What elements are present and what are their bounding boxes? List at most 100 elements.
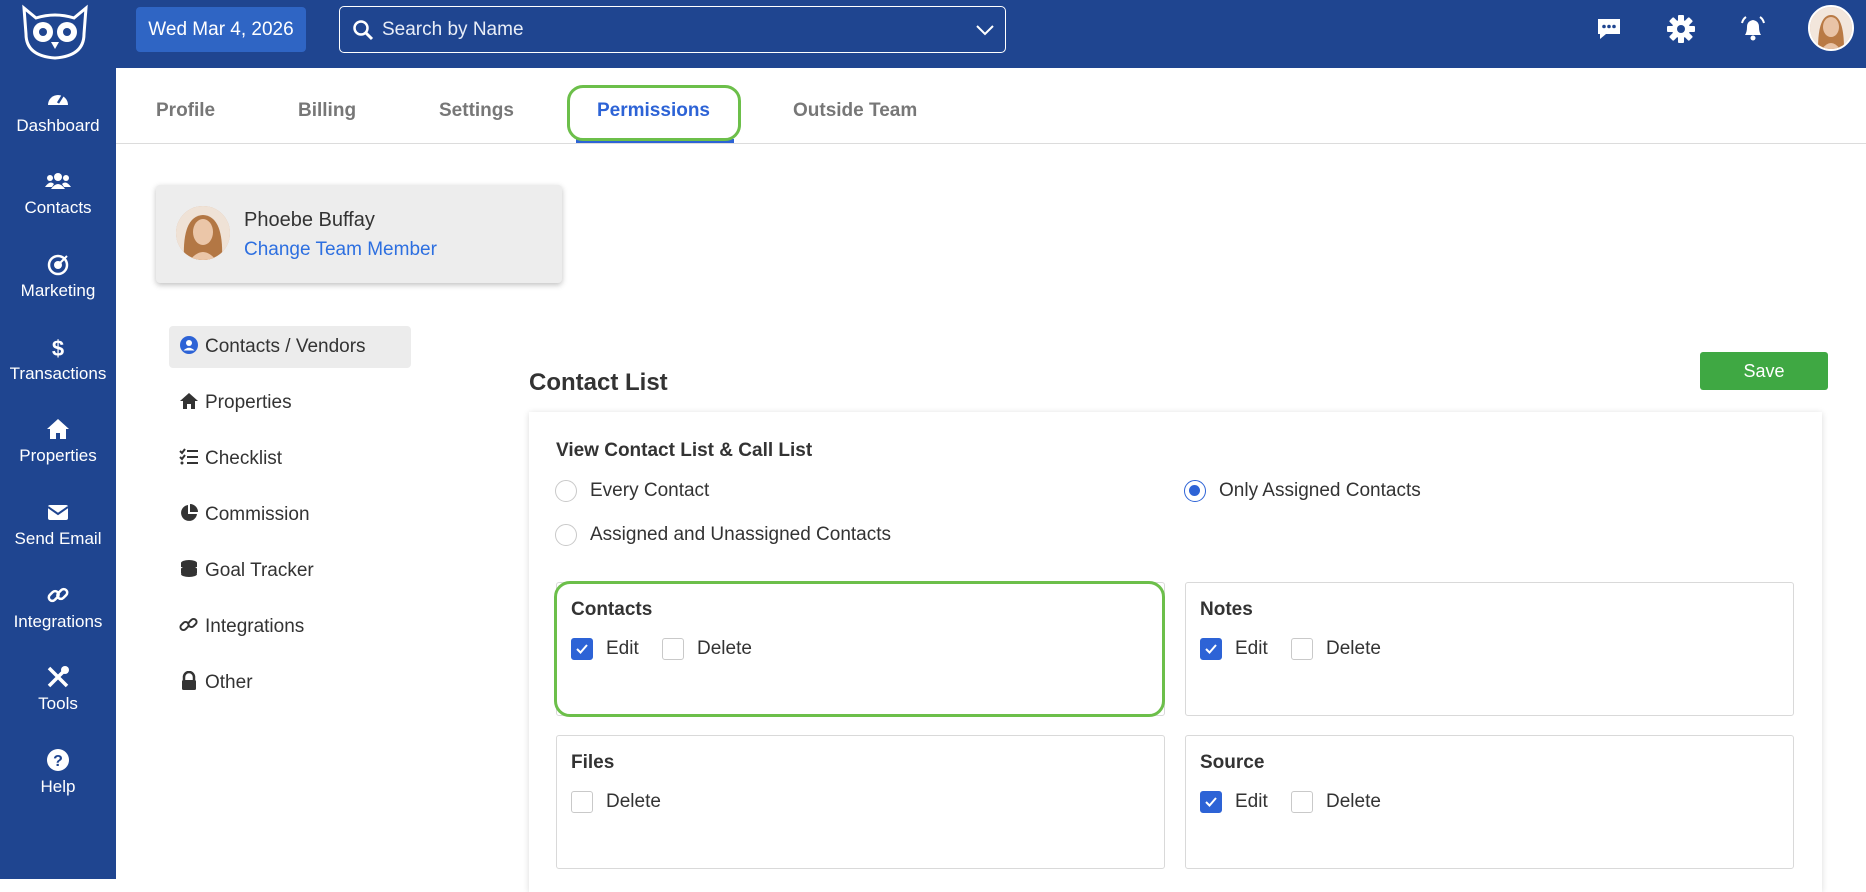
nav-label: Marketing bbox=[20, 281, 96, 300]
user-avatar[interactable] bbox=[1808, 5, 1854, 51]
nav-marketing[interactable]: Marketing bbox=[0, 251, 116, 321]
checkbox-checked[interactable] bbox=[571, 638, 593, 660]
nav-label: Contacts bbox=[24, 198, 92, 217]
checkbox[interactable] bbox=[1291, 791, 1313, 813]
checkbox-notes-edit[interactable]: Edit bbox=[1200, 637, 1290, 661]
question-icon: ? bbox=[47, 749, 69, 771]
checkbox-checked[interactable] bbox=[1200, 791, 1222, 813]
box-title: Source bbox=[1200, 752, 1265, 773]
gear-icon[interactable] bbox=[1666, 14, 1696, 44]
nav-send-email[interactable]: Send Email bbox=[0, 499, 116, 569]
chat-icon[interactable] bbox=[1594, 14, 1624, 44]
nav-contacts[interactable]: Contacts bbox=[0, 168, 116, 238]
perm-menu-label: Contacts / Vendors bbox=[205, 336, 366, 357]
perm-menu-label: Integrations bbox=[205, 616, 305, 637]
users-icon bbox=[45, 173, 71, 189]
lock-icon bbox=[182, 671, 196, 690]
nav-help[interactable]: ? Help bbox=[0, 747, 116, 817]
perm-menu-commission[interactable]: Commission bbox=[169, 494, 310, 536]
nav-properties[interactable]: Properties bbox=[0, 416, 116, 486]
checkbox-label: Delete bbox=[1326, 638, 1381, 659]
checkmark-icon bbox=[1205, 644, 1217, 654]
home-icon bbox=[47, 419, 69, 439]
nav-tools[interactable]: Tools bbox=[0, 664, 116, 734]
radio-circle-checked[interactable] bbox=[1184, 480, 1206, 502]
checkbox-notes-delete[interactable]: Delete bbox=[1291, 637, 1401, 661]
perm-menu-goal-tracker[interactable]: Goal Tracker bbox=[169, 550, 314, 592]
target-icon bbox=[47, 254, 69, 276]
member-name: Phoebe Buffay bbox=[244, 209, 375, 231]
change-team-member-link[interactable]: Change Team Member bbox=[244, 239, 437, 261]
perm-menu-other[interactable]: Other bbox=[169, 662, 253, 704]
dashboard-gauge-icon bbox=[48, 94, 68, 105]
nav-transactions[interactable]: $ Transactions bbox=[0, 334, 116, 404]
checkbox-label: Delete bbox=[1326, 791, 1381, 812]
permission-box-source: Source Edit Delete bbox=[1185, 735, 1794, 869]
chevron-down-icon[interactable] bbox=[975, 21, 995, 39]
radio-circle[interactable] bbox=[555, 480, 577, 502]
radio-circle[interactable] bbox=[555, 524, 577, 546]
radio-assigned-and-unassigned[interactable]: Assigned and Unassigned Contacts bbox=[555, 522, 935, 548]
svg-text:?: ? bbox=[53, 753, 63, 770]
tab-settings[interactable]: Settings bbox=[439, 78, 514, 144]
tab-permissions[interactable]: Permissions bbox=[597, 78, 710, 144]
radio-every-contact[interactable]: Every Contact bbox=[555, 478, 755, 504]
checkbox-contacts-edit[interactable]: Edit bbox=[571, 637, 661, 661]
checkbox-label: Edit bbox=[606, 638, 639, 659]
box-title: Notes bbox=[1200, 599, 1253, 620]
nav-label: Tools bbox=[38, 694, 78, 713]
search-icon bbox=[353, 20, 374, 41]
checkbox[interactable] bbox=[662, 638, 684, 660]
sidebar: Dashboard Contacts Marketing $ Transacti… bbox=[0, 0, 116, 879]
checkbox[interactable] bbox=[571, 791, 593, 813]
active-tab-indicator bbox=[576, 139, 734, 143]
nav-label: Integrations bbox=[13, 612, 103, 631]
permission-box-contacts: Contacts Edit Delete bbox=[556, 582, 1165, 716]
checkbox-source-delete[interactable]: Delete bbox=[1291, 790, 1401, 814]
checkbox-checked[interactable] bbox=[1200, 638, 1222, 660]
perm-menu-integrations[interactable]: Integrations bbox=[169, 606, 304, 648]
bell-icon[interactable] bbox=[1738, 14, 1768, 44]
tab-billing[interactable]: Billing bbox=[298, 78, 356, 144]
checkbox-contacts-delete[interactable]: Delete bbox=[662, 637, 772, 661]
owl-logo[interactable] bbox=[18, 4, 92, 60]
perm-menu-properties[interactable]: Properties bbox=[169, 382, 292, 424]
perm-menu-label: Other bbox=[205, 672, 253, 693]
box-title: Files bbox=[571, 752, 615, 773]
tab-outside-team[interactable]: Outside Team bbox=[793, 78, 917, 144]
perm-menu-contacts-vendors[interactable]: Contacts / Vendors bbox=[169, 326, 411, 368]
home-icon bbox=[180, 393, 198, 409]
coins-icon bbox=[181, 560, 197, 577]
checkbox[interactable] bbox=[1291, 638, 1313, 660]
checkmark-icon bbox=[1205, 797, 1217, 807]
radio-label: Assigned and Unassigned Contacts bbox=[590, 524, 892, 545]
perm-menu-checklist[interactable]: Checklist bbox=[169, 438, 282, 480]
user-circle-icon bbox=[180, 336, 198, 354]
search-input[interactable]: Search by Name bbox=[339, 6, 1006, 53]
nav-dashboard[interactable]: Dashboard bbox=[0, 86, 116, 156]
link-icon bbox=[47, 587, 69, 603]
checkmark-icon bbox=[576, 644, 588, 654]
team-member-card: Phoebe Buffay Change Team Member bbox=[156, 185, 562, 283]
tab-profile[interactable]: Profile bbox=[156, 78, 215, 144]
perm-menu-label: Commission bbox=[205, 504, 310, 525]
nav-label: Transactions bbox=[9, 364, 107, 383]
nav-integrations[interactable]: Integrations bbox=[0, 582, 116, 652]
checkbox-label: Edit bbox=[1235, 638, 1268, 659]
view-list-label: View Contact List & Call List bbox=[556, 440, 813, 461]
permission-box-notes: Notes Edit Delete bbox=[1185, 582, 1794, 716]
perm-menu-label: Goal Tracker bbox=[205, 560, 314, 581]
date-button[interactable]: Wed Mar 4, 2026 bbox=[136, 7, 306, 52]
checkbox-files-delete[interactable]: Delete bbox=[571, 790, 681, 814]
checkbox-label: Delete bbox=[606, 791, 661, 812]
dollar-icon: $ bbox=[52, 336, 64, 360]
checkbox-source-edit[interactable]: Edit bbox=[1200, 790, 1290, 814]
top-bar: Wed Mar 4, 2026 Search by Name bbox=[116, 0, 1866, 68]
avatar-image bbox=[1810, 7, 1852, 49]
radio-label: Only Assigned Contacts bbox=[1219, 480, 1421, 501]
radio-only-assigned-contacts[interactable]: Only Assigned Contacts bbox=[1184, 478, 1464, 504]
perm-menu-label: Properties bbox=[205, 392, 292, 413]
radio-label: Every Contact bbox=[590, 480, 710, 501]
save-button[interactable]: Save bbox=[1700, 352, 1828, 390]
nav-label: Help bbox=[40, 777, 76, 796]
